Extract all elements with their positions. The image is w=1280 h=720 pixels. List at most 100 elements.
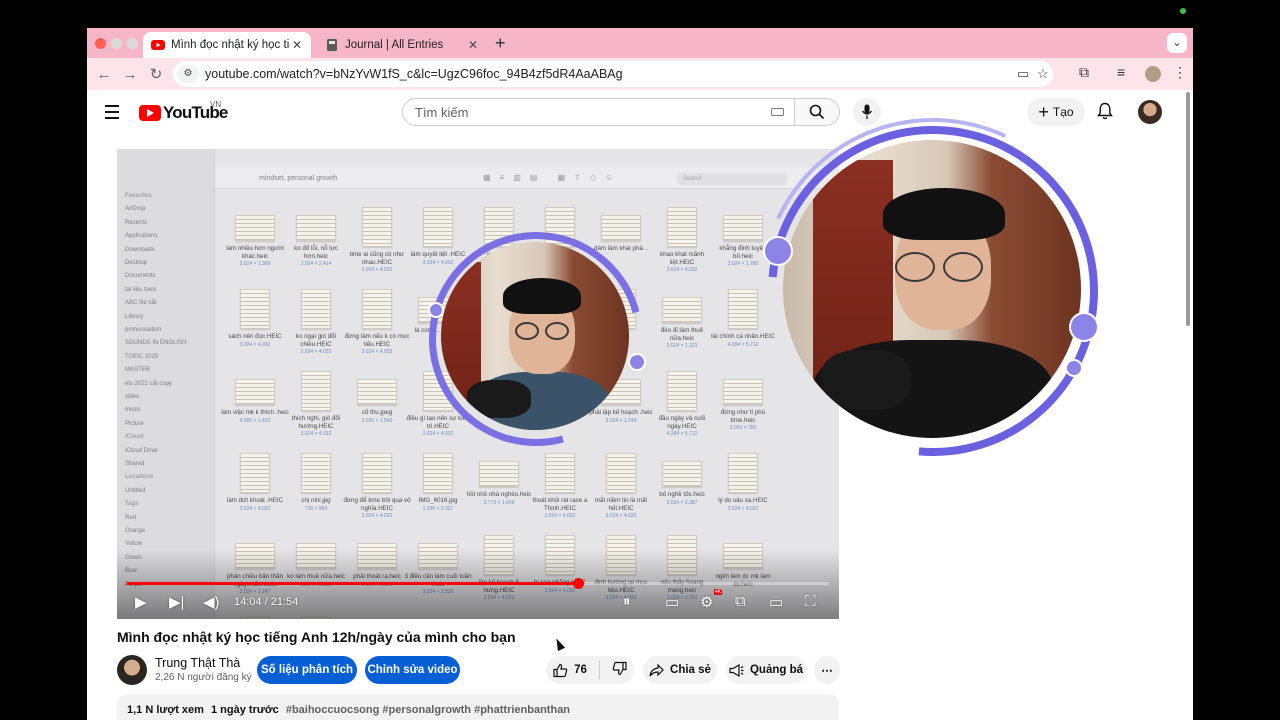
- finder-file-item[interactable]: thoát khỏi rat race a Thịnh.HEIC 3.024 × …: [526, 453, 594, 519]
- finder-sidebar-item[interactable]: AirDrop: [125, 206, 145, 212]
- finder-file-item[interactable]: đừng để time trôi qua vô nghĩa.HEIC 3.024…: [343, 453, 411, 519]
- cast-icon[interactable]: ▭: [1017, 66, 1029, 82]
- profile-avatar[interactable]: [1145, 66, 1161, 82]
- browser-menu-icon[interactable]: ⋮: [1173, 64, 1187, 81]
- finder-sidebar-item[interactable]: TOEIC 2025: [125, 354, 158, 360]
- finder-sidebar-item[interactable]: Documents: [125, 273, 155, 279]
- finder-file-item[interactable]: thích nghi, gió đổi hướng.HEIC 3.024 × 4.…: [282, 371, 350, 437]
- dislike-button[interactable]: [612, 661, 627, 679]
- finder-sidebar-item[interactable]: MASTER: [125, 367, 150, 373]
- next-icon[interactable]: ▶|: [169, 593, 184, 611]
- close-tab-icon[interactable]: ✕: [465, 38, 481, 52]
- scrubber-handle[interactable]: [573, 578, 585, 589]
- finder-file-item[interactable]: sách nên đọc.HEIC 3.024 × 4.032: [221, 289, 289, 348]
- finder-file-item[interactable]: IMG_6016.jpg 1.290 × 2.327: [404, 453, 472, 512]
- close-tab-icon[interactable]: ✕: [289, 38, 305, 52]
- play-icon[interactable]: ▶: [135, 593, 147, 611]
- finder-file-item[interactable]: đừng làm nếu k có mục tiêu.HEIC 3.024 × 4…: [343, 289, 411, 355]
- finder-sidebar-item[interactable]: video: [125, 394, 139, 400]
- finder-sidebar-item[interactable]: Yellow: [125, 541, 142, 547]
- bookmark-star-icon[interactable]: ☆: [1037, 66, 1049, 82]
- finder-file-item[interactable]: làm dứt khoát .HEIC 3.024 × 4.032: [221, 453, 289, 512]
- finder-file-item[interactable]: làm nhiều hơn người khác.heic 3.024 × 1.3…: [221, 207, 289, 267]
- forward-arrow-icon[interactable]: →: [117, 66, 143, 83]
- tab-search-button[interactable]: ⌄: [1167, 33, 1187, 53]
- tab-youtube[interactable]: Mình đọc nhật ký học tiếng Anh ✕: [143, 32, 311, 58]
- finder-sidebar-item[interactable]: Desktop: [125, 260, 147, 266]
- like-button[interactable]: 76: [553, 663, 587, 678]
- keyboard-icon[interactable]: [771, 108, 784, 116]
- description-box[interactable]: 1,1 N lượt xem 1 ngày trước #baihoccuocs…: [117, 694, 839, 720]
- tab-journal[interactable]: Journal | All Entries ✕: [317, 32, 487, 58]
- reload-icon[interactable]: ↻: [143, 65, 169, 83]
- theater-mode-icon[interactable]: ▭: [769, 593, 783, 611]
- finder-sidebar-item[interactable]: pronunciation: [125, 327, 161, 333]
- finder-sidebar-item[interactable]: tài liệu toeic: [125, 287, 157, 293]
- file-name: ko ngại gió đổi chiều.HEIC: [296, 333, 336, 348]
- finder-sidebar-item[interactable]: Recents: [125, 220, 147, 226]
- progress-bar[interactable]: [127, 578, 829, 589]
- finder-file-item[interactable]: cố thu.jpeg 2.026 × 1.540: [343, 371, 411, 424]
- finder-file-item[interactable]: ko đổ lỗi, nỗ lực hơn.heic 3.024 × 2.414: [282, 207, 350, 267]
- finder-file-item[interactable]: time ai cũng có như nhau.HEIC 3.024 × 4.0…: [343, 207, 411, 273]
- finder-file-item[interactable]: mất niềm tin là mất hết.HEIC 3.024 × 4.03…: [587, 453, 655, 519]
- finder-sidebar-item[interactable]: Shared: [125, 461, 144, 467]
- finder-sidebar-item[interactable]: ABC file cắt: [125, 300, 156, 306]
- finder-sidebar-item[interactable]: Picture: [125, 421, 144, 427]
- finder-sidebar-item[interactable]: Red: [125, 515, 136, 521]
- autoplay-toggle-icon[interactable]: ⏸: [623, 593, 631, 610]
- analytics-button[interactable]: Số liệu phân tích: [257, 656, 357, 684]
- fullscreen-icon[interactable]: ⛶: [805, 593, 816, 610]
- finder-file-item[interactable]: bỏ nghề tốc.heic 3.024 × 2.387: [648, 453, 716, 506]
- finder-file-item[interactable]: lý do sâu xa.HEIC 3.024 × 4.032: [709, 453, 777, 512]
- volume-icon[interactable]: ◀): [203, 593, 220, 611]
- edit-video-button[interactable]: Chỉnh sửa video: [365, 656, 460, 684]
- share-button[interactable]: Chia sẻ: [643, 656, 717, 684]
- finder-file-item[interactable]: chị nini.jpg 716 × 954: [282, 453, 350, 512]
- media-control-icon[interactable]: ≡: [1117, 64, 1125, 80]
- channel-avatar[interactable]: [117, 655, 147, 685]
- account-avatar[interactable]: [1138, 100, 1162, 124]
- finder-sidebar-item[interactable]: Applications: [125, 233, 157, 239]
- back-arrow-icon[interactable]: ←: [91, 66, 117, 83]
- minimize-window-button[interactable]: [111, 38, 122, 49]
- more-actions-icon[interactable]: ⋯: [814, 656, 840, 684]
- finder-file-item[interactable]: khao khát mãnh liệt.HEIC 3.024 × 4.032: [648, 207, 716, 273]
- voice-search-button[interactable]: [853, 98, 881, 126]
- finder-sidebar-item[interactable]: ets 2022 cắt copy: [125, 381, 172, 387]
- create-button[interactable]: + Tạo: [1027, 98, 1085, 126]
- url-text: youtube.com/watch?v=bNzYvW1fS_c&lc=UgzC9…: [205, 67, 623, 81]
- finder-sidebar-item[interactable]: Library: [125, 314, 143, 320]
- subtitles-icon[interactable]: ▭: [665, 593, 679, 611]
- finder-sidebar-item[interactable]: SOUNDS IN ENGLISH: [125, 340, 186, 346]
- new-tab-button[interactable]: +: [495, 33, 506, 54]
- miniplayer-icon[interactable]: ⧉: [735, 593, 746, 610]
- finder-file-item[interactable]: ko ngại gió đổi chiều.HEIC 3.024 × 4.032: [282, 289, 350, 355]
- hashtags[interactable]: #baihoccuocsong #personalgrowth #phattri…: [286, 704, 570, 716]
- finder-file-item[interactable]: làm việc mk k thích .heic 4.000 × 1.432: [221, 371, 289, 424]
- finder-file-item[interactable]: đầu ngày và cuối ngày.HEIC 4.284 × 5.712: [648, 371, 716, 437]
- channel-name[interactable]: Trung Thật Thà: [155, 656, 240, 670]
- finder-sidebar-item[interactable]: Orange: [125, 528, 145, 534]
- search-button[interactable]: [795, 98, 840, 126]
- finder-sidebar-item[interactable]: music: [125, 407, 141, 413]
- file-dimensions: 3.024 × 4.032: [300, 431, 332, 437]
- search-input[interactable]: Tìm kiếm: [402, 98, 795, 126]
- finder-file-item[interactable]: đừng như tí phú time.heic 3.024 × 782: [709, 371, 777, 431]
- finder-sidebar-item[interactable]: Untitled: [125, 488, 145, 494]
- file-thumbnail: [240, 289, 270, 329]
- finder-file-item[interactable]: hồi nhỏ nhà nghèo.heic 2.773 × 1.649: [465, 453, 533, 506]
- zoom-window-button[interactable]: [127, 38, 138, 49]
- finder-sidebar-item[interactable]: iCloud Drive: [125, 448, 158, 454]
- promote-button[interactable]: Quảng bá: [726, 656, 806, 684]
- address-bar[interactable]: ⚙ youtube.com/watch?v=bNzYvW1fS_c&lc=Ugz…: [173, 61, 1053, 87]
- finder-sidebar-item[interactable]: Downloads: [125, 247, 155, 253]
- finder-file-item[interactable]: đèo đi làm thuê nữa.heic 3.024 × 1.323: [648, 289, 716, 349]
- close-window-button[interactable]: [95, 38, 106, 49]
- extensions-icon[interactable]: ⧉: [1079, 64, 1089, 81]
- notifications-bell-icon[interactable]: [1097, 102, 1113, 124]
- settings-gear-icon[interactable]: ⚙: [700, 593, 713, 611]
- menu-icon[interactable]: [105, 105, 119, 123]
- page-scrollbar[interactable]: [1186, 92, 1190, 326]
- site-info-icon[interactable]: ⚙: [177, 65, 199, 83]
